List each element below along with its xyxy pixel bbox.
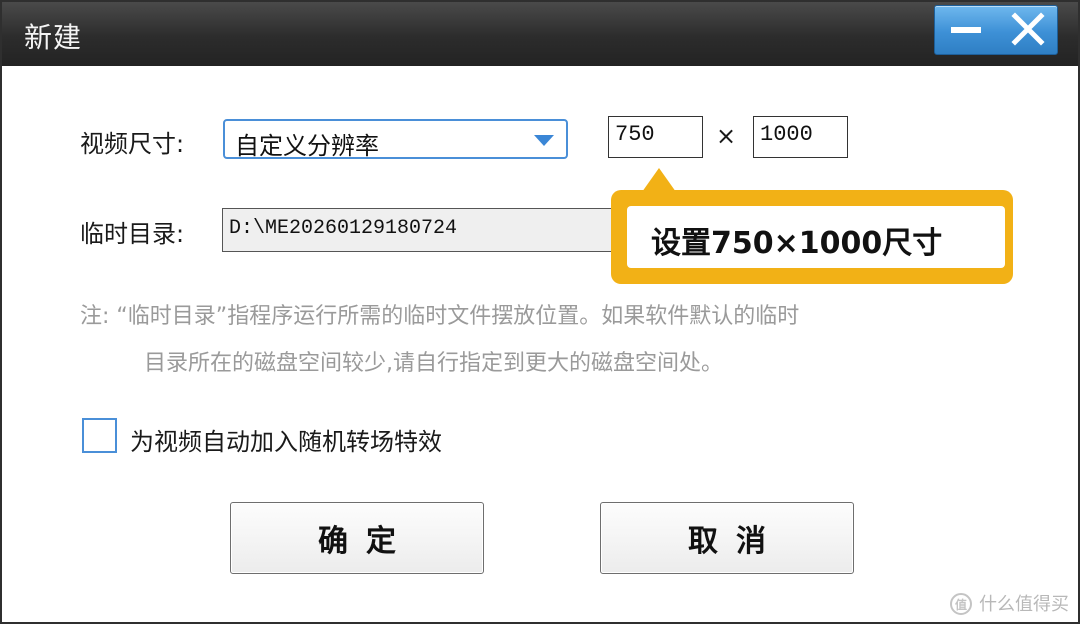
new-project-dialog: 新建 视频尺寸: 自定义分辨率 750 × 1000 临时目录: D:\ME20… (0, 0, 1080, 624)
close-button[interactable] (997, 6, 1059, 54)
temp-dir-label: 临时目录: (80, 220, 185, 248)
window-controls (934, 5, 1058, 55)
minimize-icon (951, 27, 981, 33)
video-size-selected: 自定义分辨率 (235, 132, 379, 160)
title-bar[interactable]: 新建 (2, 2, 1078, 66)
height-input[interactable]: 1000 (753, 116, 848, 158)
minimize-button[interactable] (935, 6, 997, 54)
chevron-down-icon (534, 135, 554, 146)
random-transition-label[interactable]: 为视频自动加入随机转场特效 (130, 422, 442, 457)
video-size-label: 视频尺寸: (80, 130, 185, 158)
annotation-callout: 设置750×1000尺寸 (611, 190, 1013, 284)
svg-text:值: 值 (955, 597, 967, 612)
note-line-2: 目录所在的磁盘空间较少,请自行指定到更大的磁盘空间处。 (144, 351, 723, 376)
callout-pointer (642, 168, 676, 192)
window-title: 新建 (24, 21, 83, 54)
watermark-text: 什么值得买 (979, 594, 1069, 615)
close-icon (1011, 12, 1045, 46)
watermark-logo-icon: 值 (950, 593, 972, 615)
temp-dir-field[interactable]: D:\ME20260129180724 (222, 208, 622, 252)
annotation-callout-text: 设置750×1000尺寸 (651, 226, 943, 261)
cancel-button[interactable]: 取消 (600, 502, 854, 574)
annotation-callout-body: 设置750×1000尺寸 (627, 206, 1005, 268)
width-input[interactable]: 750 (608, 116, 703, 158)
note-line-1: 注: “临时目录”指程序运行所需的临时文件摆放位置。如果软件默认的临时 (80, 304, 800, 329)
times-sign: × (716, 122, 737, 150)
video-size-select[interactable]: 自定义分辨率 (223, 119, 568, 160)
random-transition-checkbox[interactable] (82, 418, 117, 453)
ok-button[interactable]: 确定 (230, 502, 484, 574)
